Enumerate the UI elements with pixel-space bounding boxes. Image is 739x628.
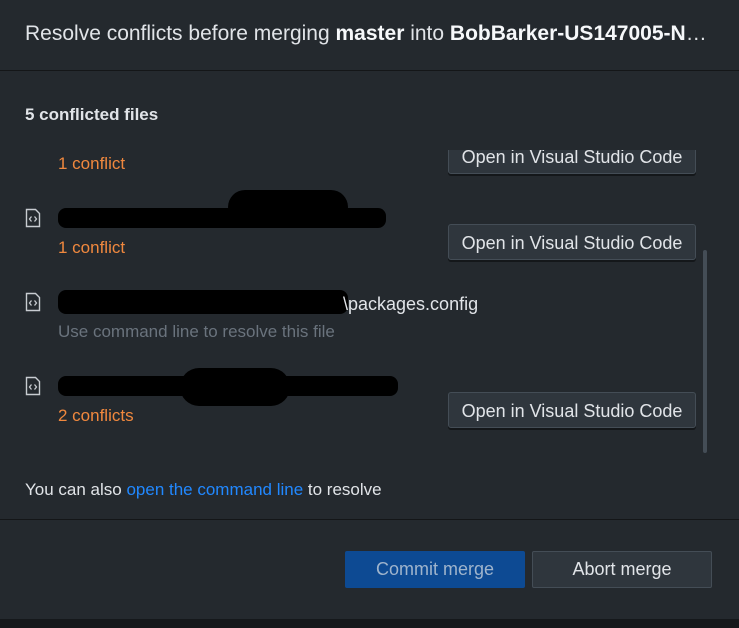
file-code-icon [25, 292, 41, 312]
file-name: \packages.config [343, 294, 479, 314]
commit-merge-button[interactable]: Commit merge [345, 551, 525, 588]
conflict-status: 2 conflicts [58, 406, 134, 425]
title-prefix: Resolve conflicts before merging [25, 22, 336, 45]
redacted-filename [180, 368, 290, 406]
hint-prefix: You can also [25, 480, 127, 499]
merge-conflicts-dialog: Resolve conflicts before merging master … [0, 0, 739, 619]
dialog-header: Resolve conflicts before merging master … [0, 0, 739, 71]
open-in-vscode-button[interactable]: Open in Visual Studio Code [448, 392, 696, 428]
redacted-filename [228, 190, 348, 224]
window-edge [0, 619, 739, 628]
open-in-vscode-button[interactable]: Open in Visual Studio Code [448, 224, 696, 260]
hint-suffix: to resolve [303, 480, 382, 499]
open-command-line-link[interactable]: open the command line [126, 480, 303, 499]
conflicted-files-list[interactable]: 1 conflict Open in Visual Studio Code 1 … [0, 150, 739, 455]
conflicted-files-count: 5 conflicted files [25, 105, 159, 124]
conflict-status: 1 conflict [58, 154, 126, 173]
file-code-icon [25, 376, 41, 396]
resolve-hint: Use command line to resolve this file [58, 322, 335, 341]
redacted-filename [58, 290, 348, 314]
dialog-title: Resolve conflicts before merging master … [25, 22, 715, 46]
open-in-vscode-button[interactable]: Open in Visual Studio Code [448, 150, 696, 174]
conflict-status: 1 conflict [58, 238, 126, 257]
list-scrollbar[interactable] [703, 250, 707, 453]
abort-merge-button[interactable]: Abort merge [532, 551, 712, 588]
file-code-icon [25, 208, 41, 228]
dialog-footer: Commit merge Abort merge [0, 519, 739, 619]
target-branch: BobBarker-US147005-Ne… [449, 22, 715, 45]
command-line-hint: You can also open the command line to re… [25, 480, 382, 500]
title-middle: into [404, 22, 450, 45]
source-branch: master [335, 22, 405, 45]
